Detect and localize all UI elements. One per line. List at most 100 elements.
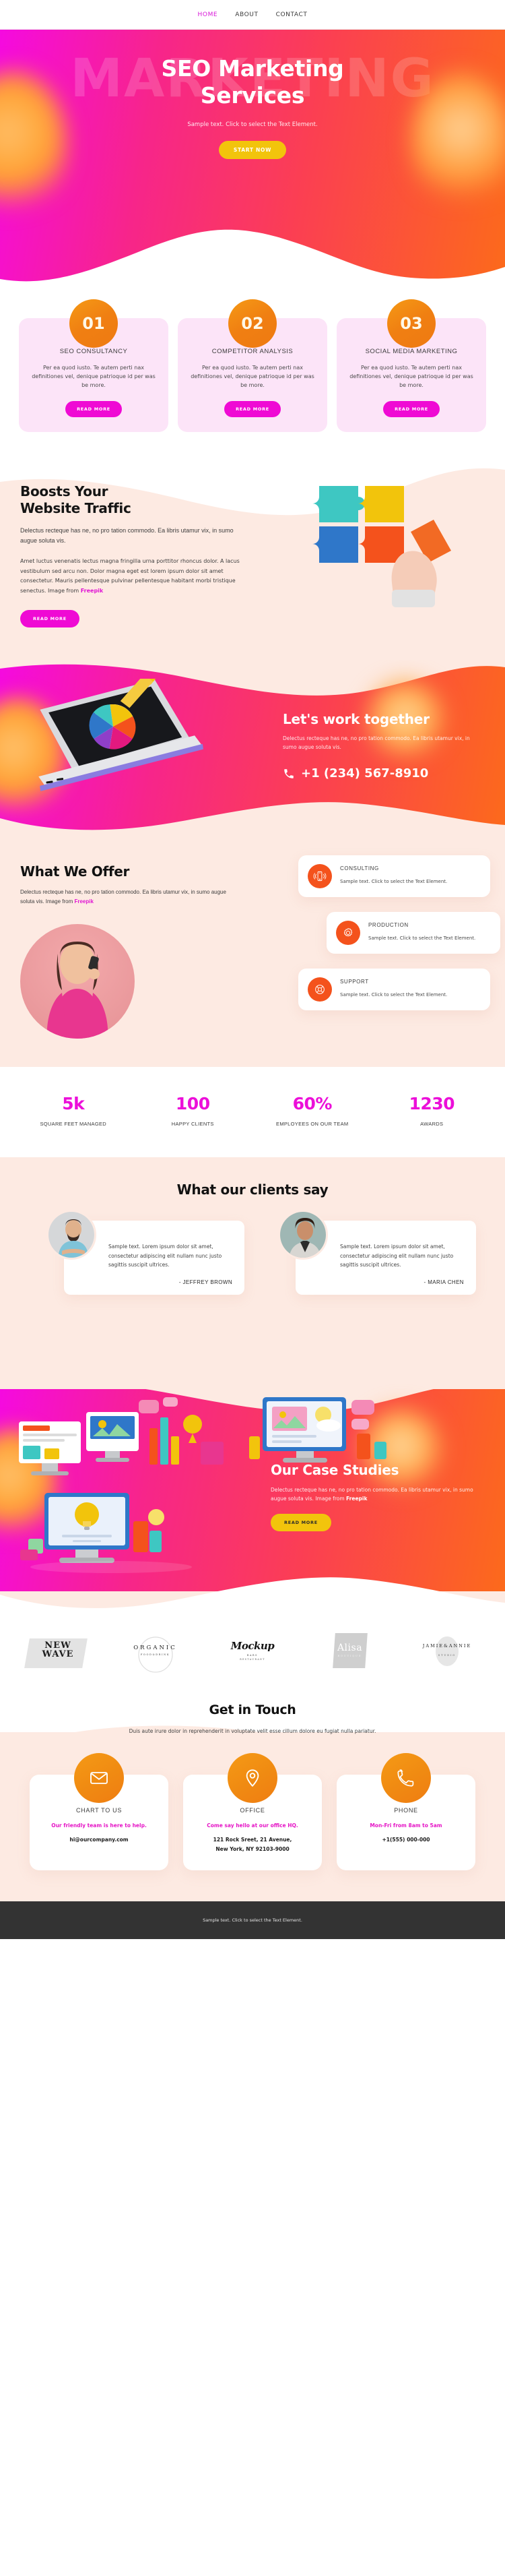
contact-card[interactable]: CHART TO US Our friendly team is here to… <box>30 1752 168 1871</box>
contact-card[interactable]: PHONE Mon-Fri from 8am to 5am +1(555) 00… <box>337 1752 475 1871</box>
service-title: COMPETITOR ANALYSIS <box>211 348 294 355</box>
case-studies-section: Our Case Studies Delectus recteque has n… <box>0 1326 505 1617</box>
mobile-vibrate-icon <box>308 863 332 888</box>
boosts-title: Boosts Your Website Traffic <box>20 483 242 518</box>
service-card[interactable]: 03 SOCIAL MEDIA MARKETING Per ea quod iu… <box>337 299 486 432</box>
get-in-touch-section: Get in Touch Duis aute irure dolor in re… <box>0 1679 505 1902</box>
offer-title: What We Offer <box>20 863 130 880</box>
service-title: SOCIAL MEDIA MARKETING <box>365 348 458 355</box>
laptop-chart-illustration <box>38 678 203 791</box>
woman-phone-illustration <box>46 941 108 1039</box>
nav-item-contact[interactable]: CONTACT <box>276 11 308 18</box>
cases-title: Our Case Studies <box>271 1461 399 1478</box>
logo-line-2: WAVE <box>42 1649 74 1660</box>
envelope-icon <box>74 1752 124 1803</box>
service-text: Per ea quod iusto. Te autem perti nax de… <box>349 365 473 388</box>
work-phone-number: +1 (234) 567-8910 <box>301 766 429 781</box>
contact-card-detail-1[interactable]: hi@ourcompany.com <box>39 1835 159 1845</box>
what-we-offer-section: What We Offer Delectus recteque has ne, … <box>0 836 505 1067</box>
touch-subtitle: Duis aute irure dolor in reprehenderit i… <box>129 1727 376 1734</box>
boosts-title-line1: Boosts Your <box>20 483 108 499</box>
stat-label: AWARDS <box>420 1120 444 1127</box>
workspace-illustration-mid <box>20 1492 192 1573</box>
logo-line-1: ORGANIC <box>133 1644 177 1651</box>
stat-value: 60% <box>292 1093 333 1113</box>
contact-card-subtitle: Come say hello at our office HQ. <box>207 1822 298 1829</box>
contact-card-title: CHART TO US <box>75 1806 123 1814</box>
offer-lead-text: Delectus recteque has ne, no pro tation … <box>20 888 226 904</box>
workspace-illustration-right <box>249 1397 386 1463</box>
work-phone-row[interactable]: +1 (234) 567-8910 <box>283 766 485 780</box>
work-title: Let's work together <box>283 710 430 727</box>
logo-line-1: Alisa <box>337 1643 363 1654</box>
freepik-link[interactable]: Freepik <box>81 588 104 594</box>
hero-title: SEO Marketing Services <box>0 55 505 110</box>
service-read-more-button[interactable]: READ MORE <box>65 400 122 417</box>
logo-organic: ORGANIC FOOD&DRINK <box>115 1636 196 1673</box>
logo-mockup: Mockup BARS RESTAURANT <box>212 1640 293 1661</box>
freepik-link[interactable]: Freepik <box>74 898 93 904</box>
contact-card-detail-2: New York, NY 92103-9000 <box>215 1846 290 1853</box>
page-footer: Sample text. Click to select the Text El… <box>0 1901 505 1940</box>
contact-card-detail-1[interactable]: +1(555) 000-000 <box>346 1835 466 1845</box>
service-read-more-button[interactable]: READ MORE <box>224 400 281 417</box>
stat-value: 100 <box>175 1093 210 1113</box>
client-logos-section: NEW WAVE ORGANIC FOOD&DRINK Mockup BARS … <box>0 1616 505 1680</box>
offer-portrait-photo <box>20 923 135 1039</box>
boosts-read-more-button[interactable]: READ MORE <box>20 609 79 627</box>
contact-card-title: PHONE <box>394 1806 418 1814</box>
testimonial-card: Sample text. Lorem ipsum dolor sit amet,… <box>29 1210 244 1295</box>
testimonials-section: What our clients say Sample text. Lorem … <box>0 1157 505 1327</box>
work-text: Delectus recteque has ne, no pro tation … <box>283 735 470 751</box>
freepik-link[interactable]: Freepik <box>346 1496 367 1502</box>
nav-item-about[interactable]: ABOUT <box>235 11 258 18</box>
testimonials-title: What our clients say <box>176 1182 329 1198</box>
boosts-body: Amet luctus venenatis lectus magna fring… <box>20 557 242 596</box>
map-pin-icon <box>228 1752 277 1803</box>
service-title: SEO CONSULTANCY <box>59 348 128 355</box>
start-now-button[interactable]: START NOW <box>218 140 287 159</box>
logo-line-2: STUDIO <box>438 1654 457 1657</box>
cases-text: Delectus recteque has ne, no pro tation … <box>271 1485 486 1503</box>
stat-label: EMPLOYEES ON OUR TEAM <box>276 1120 349 1127</box>
landing-page: HOME ABOUT CONTACT MARKETING SEO Marketi… <box>0 0 505 1940</box>
top-navigation: HOME ABOUT CONTACT <box>0 0 505 30</box>
testimonial-author: - MARIA CHEN <box>424 1279 464 1285</box>
cases-read-more-button[interactable]: READ MORE <box>271 1513 331 1531</box>
avatar <box>46 1210 96 1260</box>
service-card[interactable]: 02 COMPETITOR ANALYSIS Per ea quod iusto… <box>178 299 327 432</box>
service-number-badge: 01 <box>69 299 118 348</box>
avatar <box>278 1210 328 1260</box>
logo-line-1: NEW <box>44 1640 71 1651</box>
stats-section: 5k SQUARE FEET MANAGED 100 HAPPY CLIENTS… <box>0 1066 505 1158</box>
offer-card-text: Sample text. Click to select the Text El… <box>340 991 448 998</box>
service-number-badge: 02 <box>228 299 277 348</box>
phone-icon <box>284 768 294 778</box>
hero-wave-divider <box>0 229 505 286</box>
offer-card[interactable]: SUPPORT Sample text. Click to select the… <box>298 968 490 1010</box>
nav-item-home[interactable]: HOME <box>198 11 218 18</box>
hero-title-line1: SEO Marketing <box>161 55 344 82</box>
stat-item: 5k SQUARE FEET MANAGED <box>23 1094 124 1128</box>
offer-card[interactable]: CONSULTING Sample text. Click to select … <box>298 855 490 897</box>
headset-support-icon <box>308 977 332 1002</box>
work-together-section: Let's work together Delectus recteque ha… <box>0 659 505 836</box>
workspace-illustration-left <box>19 1397 224 1475</box>
service-text: Per ea quod iusto. Te autem perti nax de… <box>32 365 156 388</box>
stat-label: HAPPY CLIENTS <box>171 1120 214 1127</box>
offer-card[interactable]: PRODUCTION Sample text. Click to select … <box>327 911 500 954</box>
testimonial-card: Sample text. Lorem ipsum dolor sit amet,… <box>261 1210 476 1295</box>
hero-title-line2: Services <box>200 82 305 109</box>
cases-text-body: Delectus recteque has ne, no pro tation … <box>271 1486 473 1502</box>
stat-item: 100 HAPPY CLIENTS <box>142 1094 243 1128</box>
contact-card-subtitle: Our friendly team is here to help. <box>51 1822 147 1829</box>
service-read-more-button[interactable]: READ MORE <box>383 400 440 417</box>
touch-title: Get in Touch <box>209 1702 296 1717</box>
contact-card[interactable]: OFFICE Come say hello at our office HQ. … <box>183 1752 322 1871</box>
offer-lead: Delectus recteque has ne, no pro tation … <box>20 888 229 907</box>
logo-alisa: Alisa BOUTIQUE <box>310 1633 391 1669</box>
offer-card-title: PRODUCTION <box>368 921 409 928</box>
service-card[interactable]: 01 SEO CONSULTANCY Per ea quod iusto. Te… <box>19 299 168 432</box>
boosts-lead: Delectus recteque has ne, no pro tation … <box>20 527 234 544</box>
logo-line-2: FOOD&DRINK <box>140 1653 170 1656</box>
